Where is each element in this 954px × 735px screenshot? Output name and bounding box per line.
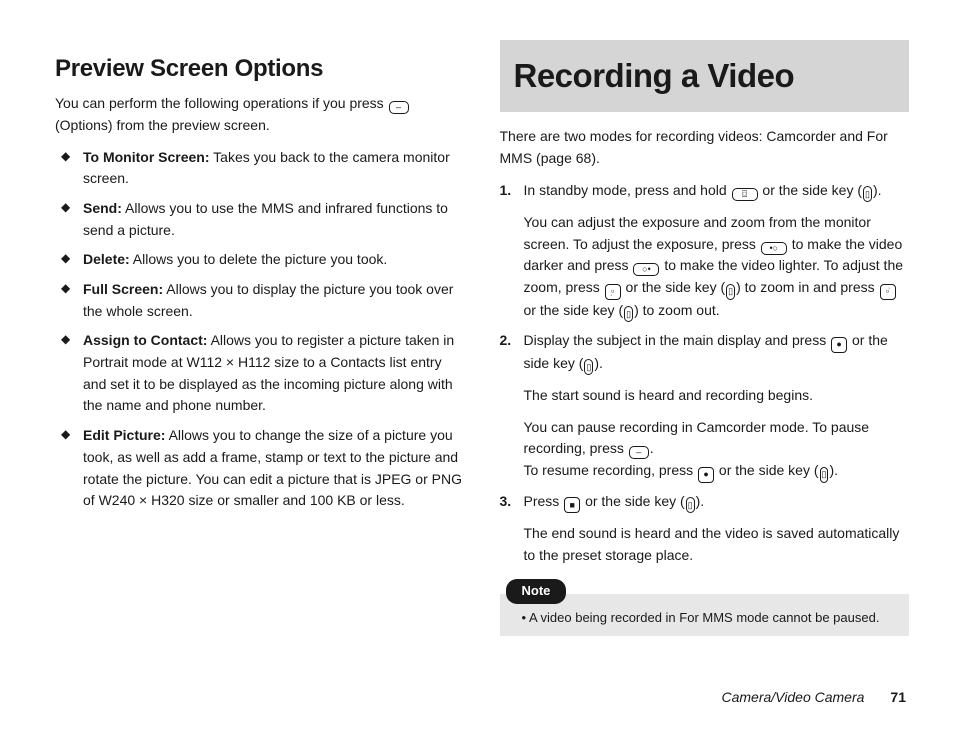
footer-page-number: 71 <box>890 689 906 705</box>
text: You can pause recording in Camcorder mod… <box>524 419 870 457</box>
recording-video-heading: Recording a Video <box>500 40 910 112</box>
text: or the side key ( <box>759 182 863 198</box>
recording-steps: In standby mode, press and hold ⌼ or the… <box>500 180 910 567</box>
left-column: Preview Screen Options You can perform t… <box>55 40 465 636</box>
item-title: Send: <box>83 200 122 216</box>
item-title: Assign to Contact: <box>83 332 207 348</box>
text: ) to zoom in and press <box>736 279 878 295</box>
list-item: Delete: Allows you to delete the picture… <box>83 249 465 271</box>
side-key-icon: ▯ <box>624 306 633 322</box>
list-item: Edit Picture: Allows you to change the s… <box>83 425 465 512</box>
step-2-body-a: The start sound is heard and recording b… <box>524 385 910 407</box>
side-key-icon: ▯ <box>820 467 829 483</box>
text: Press <box>524 493 564 509</box>
note-text: A video being recorded in For MMS mode c… <box>522 610 880 625</box>
step-2: Display the subject in the main display … <box>524 330 910 483</box>
camera-key-icon: ⌼ <box>732 188 758 201</box>
text: or the side key ( <box>581 493 685 509</box>
note-label: Note <box>506 579 567 604</box>
side-key-icon: ▯ <box>584 359 593 375</box>
item-title: Edit Picture: <box>83 427 165 443</box>
list-item: Full Screen: Allows you to display the p… <box>83 279 465 322</box>
softkey-icon: – <box>389 101 409 114</box>
text: or the side key ( <box>715 462 819 478</box>
text: You can perform the following operations… <box>55 95 388 111</box>
preview-options-list: To Monitor Screen: Takes you back to the… <box>55 147 465 512</box>
preview-options-intro: You can perform the following operations… <box>55 93 465 136</box>
recording-intro: There are two modes for recording videos… <box>500 126 910 169</box>
exposure-left-key-icon: •○ <box>761 242 787 255</box>
step-1-body: You can adjust the exposure and zoom fro… <box>524 212 910 322</box>
list-item: Assign to Contact: Allows you to registe… <box>83 330 465 417</box>
step-3: Press ■ or the side key (▯). The end sou… <box>524 491 910 567</box>
text: ). <box>594 355 603 371</box>
text: (Options) from the preview screen. <box>55 117 270 133</box>
item-body: Allows you to use the MMS and infrared f… <box>83 200 448 238</box>
right-column: Recording a Video There are two modes fo… <box>500 40 910 636</box>
text: . <box>650 440 654 456</box>
side-key-icon: ▯ <box>726 284 735 300</box>
side-key-icon: ▯ <box>863 186 872 202</box>
text: ) to zoom out. <box>634 302 720 318</box>
text: or the side key ( <box>524 302 624 318</box>
step-1: In standby mode, press and hold ⌼ or the… <box>524 180 910 323</box>
nav-up-key-icon: ▫̣ <box>605 284 621 300</box>
step-2-body-b: You can pause recording in Camcorder mod… <box>524 417 910 483</box>
page-footer: Camera/Video Camera 71 <box>722 689 907 705</box>
side-key-icon: ▯ <box>686 497 695 513</box>
nav-down-key-icon: ▫̇ <box>880 284 896 300</box>
text: ). <box>873 182 882 198</box>
text: or the side key ( <box>622 279 726 295</box>
item-title: To Monitor Screen: <box>83 149 210 165</box>
text: In standby mode, press and hold <box>524 182 731 198</box>
center-key-icon: ● <box>698 467 714 483</box>
center-key-icon: ● <box>831 337 847 353</box>
list-item: Send: Allows you to use the MMS and infr… <box>83 198 465 241</box>
step-3-body: The end sound is heard and the video is … <box>524 523 910 566</box>
exposure-right-key-icon: ○• <box>633 263 659 276</box>
list-item: To Monitor Screen: Takes you back to the… <box>83 147 465 190</box>
preview-options-heading: Preview Screen Options <box>55 50 465 87</box>
text: ). <box>829 462 838 478</box>
stop-key-icon: ■ <box>564 497 580 513</box>
text: Display the subject in the main display … <box>524 332 831 348</box>
text: To resume recording, press <box>524 462 698 478</box>
footer-section-label: Camera/Video Camera <box>722 689 865 705</box>
item-body: Allows you to delete the picture you too… <box>130 251 388 267</box>
note-block: Note A video being recorded in For MMS m… <box>500 579 910 636</box>
softkey-icon: – <box>629 446 649 459</box>
item-title: Delete: <box>83 251 130 267</box>
text: ). <box>696 493 705 509</box>
item-title: Full Screen: <box>83 281 163 297</box>
